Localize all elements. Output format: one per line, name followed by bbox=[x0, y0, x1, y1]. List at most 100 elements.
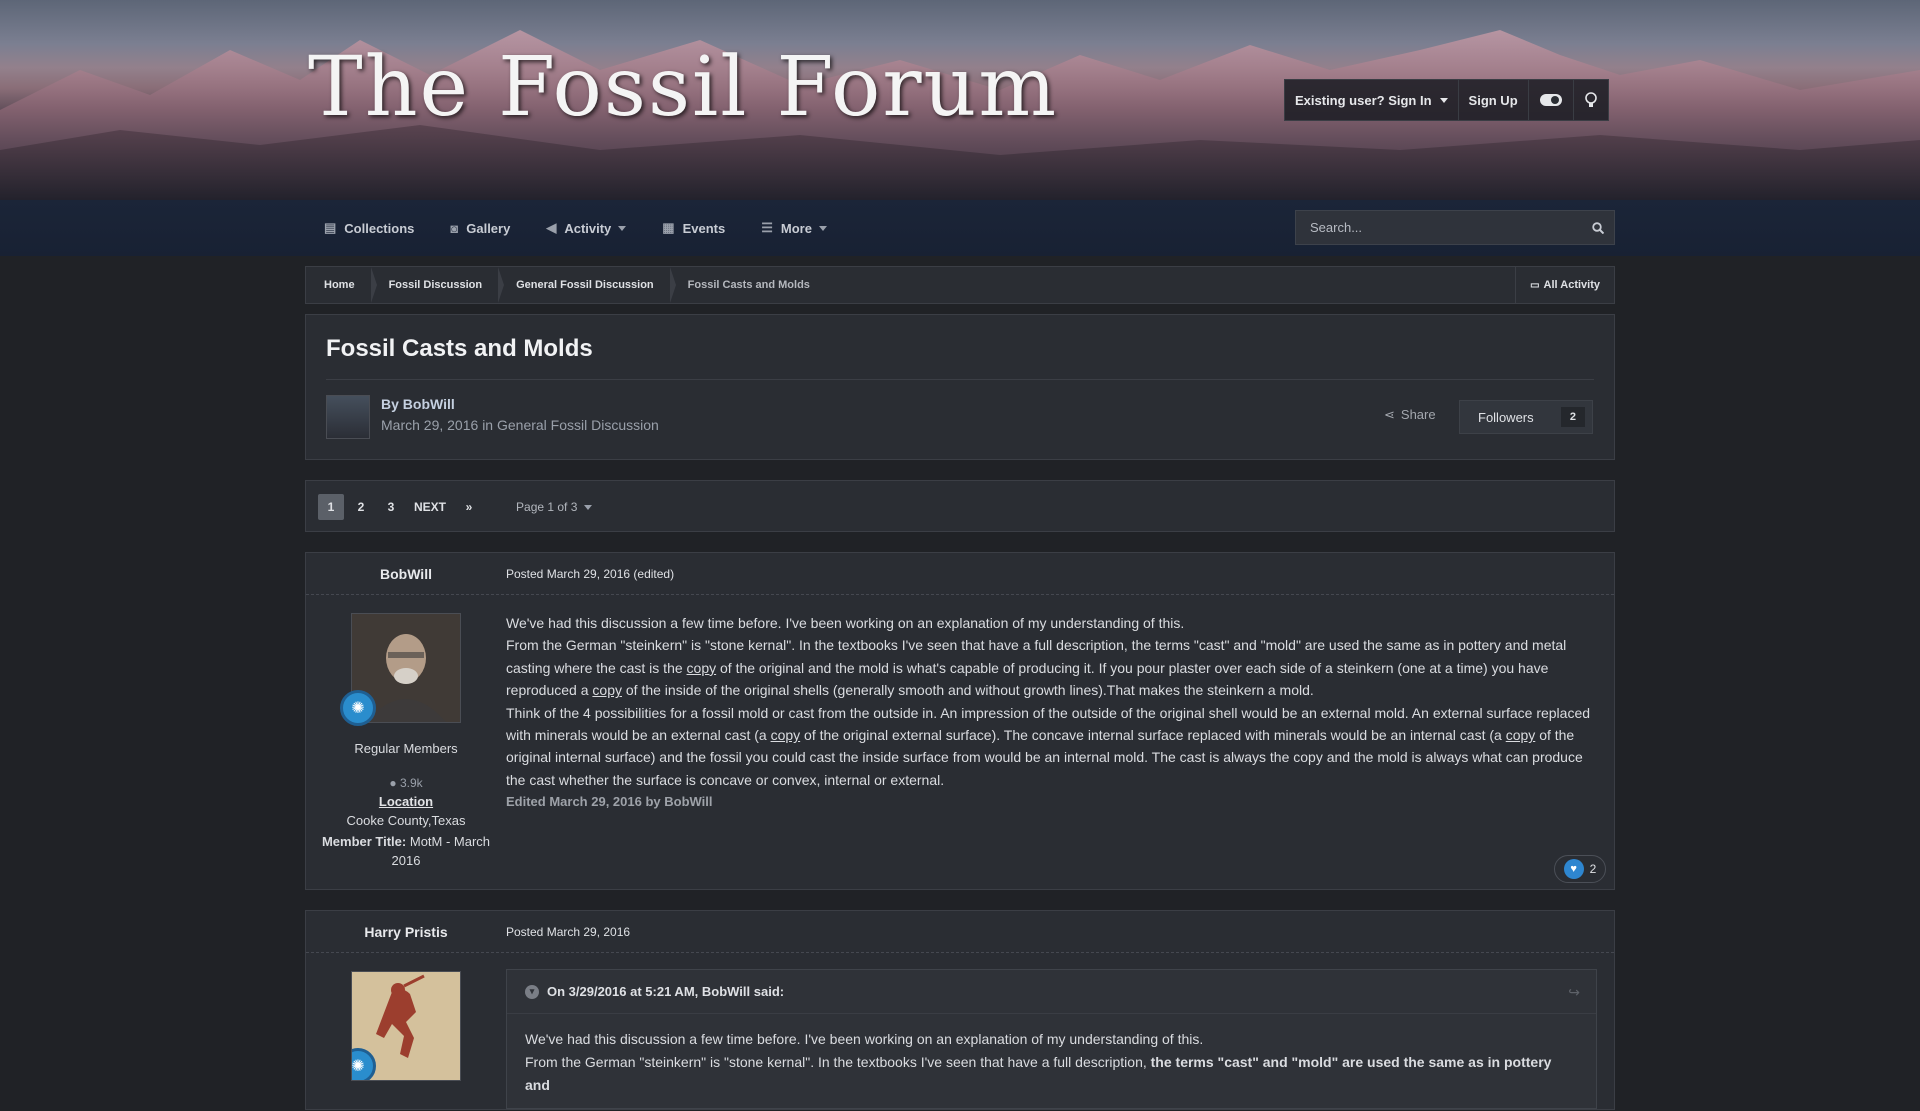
file-icon: ▤ bbox=[324, 220, 337, 235]
member-title-value: MotM - March 2016 bbox=[391, 834, 491, 868]
all-activity-link[interactable]: ▭ All Activity bbox=[1515, 267, 1614, 303]
all-activity-label: All Activity bbox=[1543, 279, 1600, 291]
post-date: Posted March 29, 2016 (edited) bbox=[506, 567, 675, 581]
page-2-button[interactable]: 2 bbox=[348, 494, 374, 520]
post-count: ● 3.9k bbox=[306, 776, 506, 790]
theme-toggle-button[interactable] bbox=[1529, 80, 1574, 120]
search-button[interactable] bbox=[1582, 211, 1614, 244]
pagination: 1 2 3 NEXT » Page 1 of 3 bbox=[318, 494, 593, 520]
copy-link[interactable]: copy bbox=[592, 682, 622, 698]
page-3-button[interactable]: 3 bbox=[378, 494, 404, 520]
followers-count: 2 bbox=[1560, 407, 1585, 427]
topic-author: By BobWill bbox=[381, 396, 455, 412]
quote-citation: On 3/29/2016 at 5:21 AM, BobWill said: bbox=[547, 984, 785, 999]
nav-more[interactable]: ☰ More bbox=[743, 200, 845, 256]
caret-down-icon bbox=[818, 225, 827, 231]
nav-activity[interactable]: ◀ Activity bbox=[528, 200, 644, 256]
chevron-down-icon: ▾ bbox=[525, 984, 539, 999]
nav-label: More bbox=[780, 220, 812, 236]
breadcrumb-current: Fossil Casts and Molds bbox=[687, 279, 810, 291]
activity-icon: ▭ bbox=[1530, 279, 1540, 291]
edited-note: Edited March 29, 2016 by BobWill bbox=[506, 794, 713, 810]
post-header: Harry Pristis Posted March 29, 2016 bbox=[306, 911, 1614, 953]
quote-share-icon[interactable]: ↪ bbox=[1568, 984, 1580, 1001]
lightbulb-button[interactable] bbox=[1574, 80, 1608, 120]
page-jump-dropdown[interactable]: Page 1 of 3 bbox=[516, 500, 593, 514]
followers-label: Followers bbox=[1478, 409, 1534, 425]
post-author[interactable]: BobWill bbox=[306, 553, 506, 595]
nav-collections[interactable]: ▤ Collections bbox=[306, 200, 432, 256]
share-button[interactable]: ⋖ Share bbox=[1384, 407, 1436, 423]
quote-header[interactable]: ▾ On 3/29/2016 at 5:21 AM, BobWill said: bbox=[507, 970, 1596, 1014]
nav-events[interactable]: ▦ Events bbox=[644, 200, 743, 256]
pagination-bar: 1 2 3 NEXT » Page 1 of 3 bbox=[305, 480, 1615, 532]
by-label: By bbox=[381, 396, 399, 412]
nav-label: Collections bbox=[344, 220, 415, 236]
post-header: BobWill Posted March 29, 2016 (edited) bbox=[306, 553, 1614, 595]
breadcrumb-fossil-discussion[interactable]: Fossil Discussion bbox=[371, 267, 504, 303]
copy-link[interactable]: copy bbox=[687, 660, 717, 676]
caret-down-icon bbox=[1439, 97, 1448, 103]
member-badge-icon: ✺ bbox=[340, 690, 376, 726]
toggle-icon bbox=[1539, 94, 1562, 106]
quote-paragraph: We've had this discussion a few time bef… bbox=[525, 1031, 1204, 1047]
page-1-button[interactable]: 1 bbox=[318, 494, 344, 520]
post: Harry Pristis Posted March 29, 2016 ✺ ▾ O… bbox=[305, 910, 1615, 1110]
quote-content: We've had this discussion a few time bef… bbox=[507, 1014, 1596, 1111]
breadcrumb: Home Fossil Discussion General Fossil Di… bbox=[305, 266, 1615, 304]
post-paragraph: We've had this discussion a few time bef… bbox=[506, 615, 1185, 631]
reaction-button[interactable]: ♥ 2 bbox=[1554, 855, 1606, 883]
post-content: We've had this discussion a few time bef… bbox=[506, 595, 1596, 814]
site-logo[interactable]: The Fossil Forum bbox=[308, 40, 1058, 135]
sign-in-button[interactable]: Existing user? Sign In bbox=[1285, 80, 1459, 120]
nav-label: Gallery bbox=[466, 220, 511, 236]
followers-button[interactable]: Followers 2 bbox=[1459, 400, 1593, 434]
avatar[interactable] bbox=[326, 395, 370, 439]
nav-label: Activity bbox=[564, 220, 612, 236]
last-page-button[interactable]: » bbox=[456, 494, 482, 520]
search-icon bbox=[1592, 221, 1604, 234]
search-input[interactable] bbox=[1296, 220, 1582, 235]
location-label: Location bbox=[378, 794, 434, 809]
sign-in-label: Existing user? Sign In bbox=[1295, 92, 1432, 108]
breadcrumb-general-fossil-discussion[interactable]: General Fossil Discussion bbox=[498, 267, 676, 303]
author-link[interactable]: BobWill bbox=[403, 396, 455, 412]
text: of the inside of the original shells (ge… bbox=[625, 682, 1314, 699]
author-info: ✺ Regular Members ● 3.9k Location Cooke … bbox=[306, 595, 506, 870]
like-icon: ♥ bbox=[1563, 859, 1584, 879]
lightbulb-icon bbox=[1584, 92, 1597, 107]
text: of the original external surface). The c… bbox=[804, 727, 1502, 744]
nav-label: Events bbox=[682, 220, 726, 236]
breadcrumb-home[interactable]: Home bbox=[306, 267, 377, 303]
search-box bbox=[1295, 210, 1615, 245]
post: BobWill Posted March 29, 2016 (edited) ✺… bbox=[305, 552, 1615, 890]
avatar[interactable]: ✺ bbox=[340, 613, 461, 726]
next-page-button[interactable]: NEXT bbox=[408, 494, 452, 520]
post-count-value: 3.9k bbox=[399, 776, 423, 790]
location-value: Cooke County,Texas bbox=[346, 813, 466, 828]
list-icon: ☰ bbox=[761, 220, 773, 235]
forum-link[interactable]: General Fossil Discussion bbox=[497, 417, 659, 433]
reaction-count: 2 bbox=[1589, 862, 1597, 876]
member-title-label: Member Title: bbox=[321, 834, 407, 849]
double-chevron-right-icon: » bbox=[465, 500, 473, 514]
sign-up-button[interactable]: Sign Up bbox=[1459, 80, 1529, 120]
divider bbox=[326, 379, 1594, 380]
copy-link[interactable]: copy bbox=[771, 727, 801, 743]
share-label: Share bbox=[1400, 407, 1436, 422]
author-info: ✺ bbox=[306, 953, 506, 1081]
site-header: The Fossil Forum Existing user? Sign In … bbox=[0, 0, 1920, 200]
member-group: Regular Members bbox=[354, 741, 458, 756]
topic-meta: March 29, 2016 in General Fossil Discuss… bbox=[381, 417, 659, 433]
caret-down-icon bbox=[584, 504, 593, 510]
post-paragraph: From the German "steinkern" is "stone ke… bbox=[506, 634, 1596, 701]
nav-gallery[interactable]: ◙ Gallery bbox=[432, 200, 528, 256]
post-paragraph: Think of the 4 possibilities for a fossi… bbox=[506, 702, 1596, 792]
avatar[interactable]: ✺ bbox=[351, 971, 461, 1081]
text: From the German "steinkern" is "stone ke… bbox=[525, 1054, 1147, 1070]
post-author[interactable]: Harry Pristis bbox=[306, 911, 506, 953]
user-bar: Existing user? Sign In Sign Up bbox=[1284, 79, 1609, 121]
copy-link[interactable]: copy bbox=[1506, 727, 1536, 743]
topic-header: Fossil Casts and Molds By BobWill March … bbox=[305, 314, 1615, 460]
in-label: in bbox=[482, 417, 494, 433]
